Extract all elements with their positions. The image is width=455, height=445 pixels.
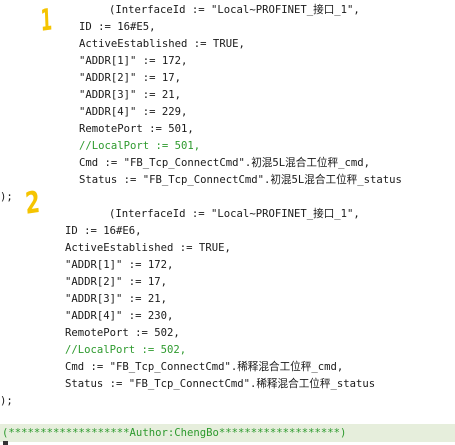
code-line-addr1-1[interactable]: "ADDR[1]" := 172, bbox=[79, 53, 187, 69]
annotation-marker-2: 2 bbox=[24, 184, 42, 222]
code-line-addr3-2[interactable]: "ADDR[3]" := 21, bbox=[65, 291, 167, 307]
code-line-addr3-1[interactable]: "ADDR[3]" := 21, bbox=[79, 87, 181, 103]
code-line-id-2[interactable]: ID := 16#E6, bbox=[65, 223, 142, 239]
code-line-addr2-2[interactable]: "ADDR[2]" := 17, bbox=[65, 274, 167, 290]
code-line-local-port-comment-1[interactable]: //LocalPort := 501, bbox=[79, 138, 200, 154]
code-line-active-2[interactable]: ActiveEstablished := TRUE, bbox=[65, 240, 231, 256]
code-line-close-2[interactable]: ); bbox=[0, 393, 13, 409]
code-line-addr4-1[interactable]: "ADDR[4]" := 229, bbox=[79, 104, 187, 120]
code-line-cmd-2[interactable]: Cmd := "FB_Tcp_ConnectCmd".稀释混合工位秤_cmd, bbox=[65, 359, 343, 375]
code-line-interface-2[interactable]: (InterfaceId := "Local~PROFINET_接口_1", bbox=[109, 206, 360, 222]
annotation-marker-1: 1 bbox=[40, 2, 53, 39]
code-line-close-1[interactable]: ); bbox=[0, 189, 13, 205]
code-editor[interactable]: 1 (InterfaceId := "Local~PROFINET_接口_1",… bbox=[0, 0, 455, 445]
code-line-active-1[interactable]: ActiveEstablished := TRUE, bbox=[79, 36, 245, 52]
text-cursor bbox=[3, 441, 8, 445]
code-line-status-2[interactable]: Status := "FB_Tcp_ConnectCmd".稀释混合工位秤_st… bbox=[65, 376, 375, 392]
code-line-cmd-1[interactable]: Cmd := "FB_Tcp_ConnectCmd".初混5L混合工位秤_cmd… bbox=[79, 155, 370, 171]
code-line-local-port-comment-2[interactable]: //LocalPort := 502, bbox=[65, 342, 186, 358]
code-line-remote-port-2[interactable]: RemotePort := 502, bbox=[65, 325, 180, 341]
code-line-addr1-2[interactable]: "ADDR[1]" := 172, bbox=[65, 257, 173, 273]
code-line-addr2-1[interactable]: "ADDR[2]" := 17, bbox=[79, 70, 181, 86]
code-line-interface-1[interactable]: (InterfaceId := "Local~PROFINET_接口_1", bbox=[109, 2, 360, 18]
code-line-addr4-2[interactable]: "ADDR[4]" := 230, bbox=[65, 308, 173, 324]
code-line-remote-port-1[interactable]: RemotePort := 501, bbox=[79, 121, 194, 137]
code-line-author-comment[interactable]: (*******************Author:ChengBo******… bbox=[2, 425, 346, 441]
code-line-status-1[interactable]: Status := "FB_Tcp_ConnectCmd".初混5L混合工位秤_… bbox=[79, 172, 402, 188]
code-line-id-1[interactable]: ID := 16#E5, bbox=[79, 19, 156, 35]
